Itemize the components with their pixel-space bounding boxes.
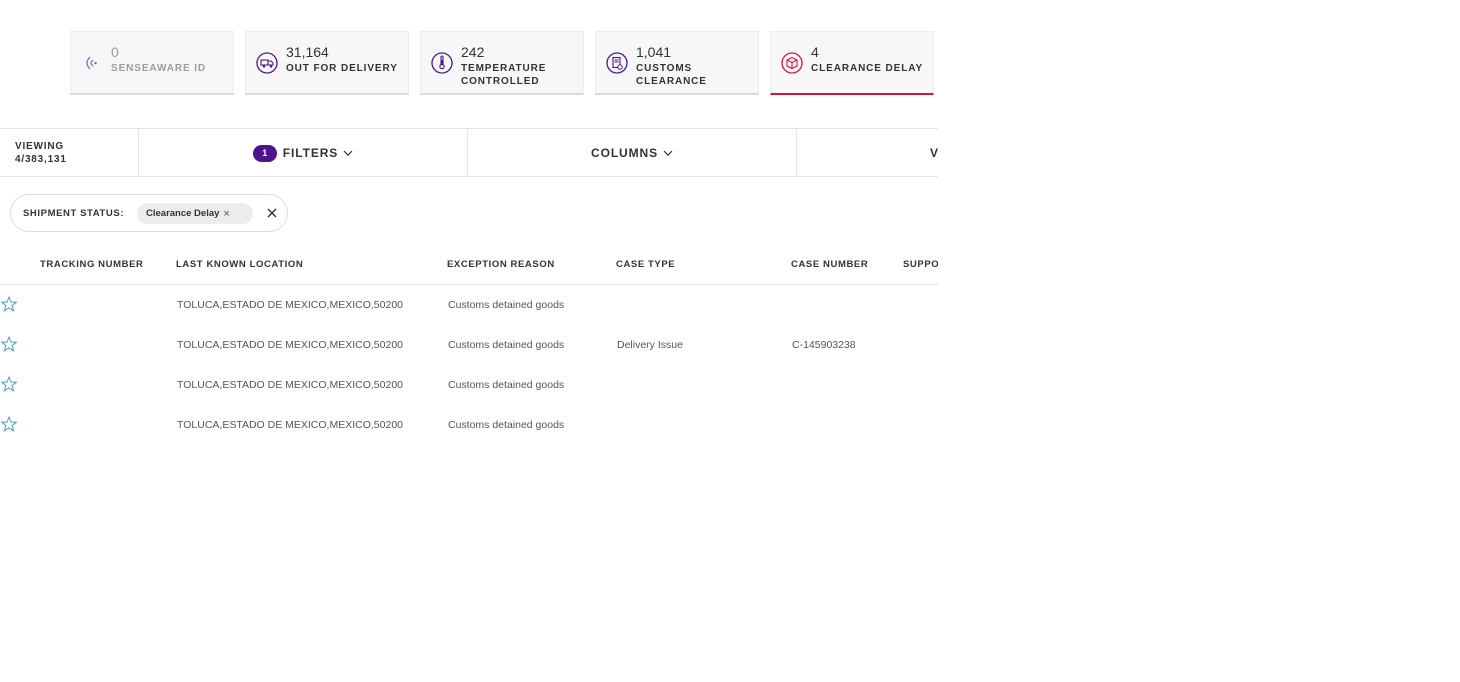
- star-icon[interactable]: [1, 376, 17, 392]
- chip-remove-icon[interactable]: ×: [223, 208, 229, 220]
- senseaware-signal-icon: [81, 52, 103, 74]
- column-header-exception-reason[interactable]: EXCEPTION REASON: [447, 259, 555, 270]
- view-button[interactable]: V: [930, 129, 938, 176]
- stat-label: TEMPERATURE CONTROLLED: [461, 63, 547, 87]
- table-row[interactable]: TOLUCA,ESTADO DE MEXICO,MEXICO,50200 Cus…: [0, 366, 938, 406]
- stat-card-clearance-delay[interactable]: 4 CLEARANCE DELAY: [770, 31, 934, 95]
- star-icon[interactable]: [1, 416, 17, 432]
- chevron-down-icon: [663, 150, 673, 156]
- stat-value: 242: [461, 44, 485, 60]
- results-toolbar: VIEWING 4/383,131 1 FILTERS COLUMNS V: [0, 128, 938, 177]
- stat-card-out-for-delivery[interactable]: 31,164 OUT FOR DELIVERY: [245, 31, 409, 95]
- filter-count-badge: 1: [252, 144, 277, 162]
- stat-value: 0: [111, 44, 119, 60]
- stat-label: SENSEAWARE ID: [111, 63, 207, 74]
- header-divider: [0, 284, 938, 285]
- filters-button[interactable]: 1 FILTERS: [139, 129, 467, 176]
- toolbar-divider: [796, 129, 797, 176]
- filters-label: FILTERS: [282, 146, 339, 160]
- viewing-count: VIEWING 4/383,131: [15, 141, 67, 165]
- column-header-case-number[interactable]: CASE NUMBER: [791, 259, 868, 270]
- chevron-down-icon: [343, 150, 353, 156]
- active-filters-bar: SHIPMENT STATUS: Clearance Delay ×: [10, 194, 288, 232]
- delivery-truck-icon: [256, 52, 278, 74]
- columns-label: COLUMNS: [591, 146, 658, 160]
- column-header-last-known-location[interactable]: LAST KNOWN LOCATION: [176, 259, 303, 270]
- stat-card-customs-clearance[interactable]: 1,041 CUSTOMS CLEARANCE: [595, 31, 759, 95]
- exception-reason-cell: Customs detained goods: [448, 419, 565, 431]
- stat-label: CUSTOMS CLEARANCE: [636, 63, 707, 87]
- customs-document-icon: [606, 52, 628, 74]
- case-type-cell: Delivery Issue: [617, 339, 683, 351]
- case-number-cell[interactable]: C-145903238: [792, 339, 856, 351]
- exception-reason-cell: Customs detained goods: [448, 379, 565, 391]
- stat-card-temperature-controlled[interactable]: 242 TEMPERATURE CONTROLLED: [420, 31, 584, 95]
- chip-label: Clearance Delay: [146, 208, 220, 219]
- view-label: V: [930, 146, 938, 160]
- star-icon[interactable]: [1, 296, 17, 312]
- columns-button[interactable]: COLUMNS: [468, 129, 796, 176]
- column-header-tracking-number[interactable]: TRACKING NUMBER: [40, 259, 143, 270]
- clear-filters-icon[interactable]: [265, 206, 279, 220]
- filter-chip-clearance-delay[interactable]: Clearance Delay ×: [137, 203, 253, 224]
- shipments-table: TRACKING NUMBER LAST KNOWN LOCATION EXCE…: [0, 248, 938, 448]
- location-cell: TOLUCA,ESTADO DE MEXICO,MEXICO,50200: [177, 339, 404, 351]
- stat-label: CLEARANCE DELAY: [811, 63, 924, 74]
- exception-reason-cell: Customs detained goods: [448, 339, 565, 351]
- stat-card-senseaware[interactable]: 0 SENSEAWARE ID: [70, 31, 234, 95]
- column-header-case-type[interactable]: CASE TYPE: [616, 259, 675, 270]
- table-row[interactable]: TOLUCA,ESTADO DE MEXICO,MEXICO,50200 Cus…: [0, 406, 938, 446]
- location-cell: TOLUCA,ESTADO DE MEXICO,MEXICO,50200: [177, 299, 404, 311]
- table-row[interactable]: TOLUCA,ESTADO DE MEXICO,MEXICO,50200 Cus…: [0, 326, 938, 366]
- table-row[interactable]: TOLUCA,ESTADO DE MEXICO,MEXICO,50200 Cus…: [0, 286, 938, 326]
- column-header-support[interactable]: SUPPO: [903, 259, 938, 270]
- exception-reason-cell: Customs detained goods: [448, 299, 565, 311]
- stat-label: OUT FOR DELIVERY: [286, 63, 398, 74]
- location-cell: TOLUCA,ESTADO DE MEXICO,MEXICO,50200: [177, 419, 404, 431]
- package-alert-icon: [781, 52, 803, 74]
- filter-label: SHIPMENT STATUS:: [23, 208, 125, 219]
- stat-value: 31,164: [286, 44, 329, 60]
- star-icon[interactable]: [1, 336, 17, 352]
- location-cell: TOLUCA,ESTADO DE MEXICO,MEXICO,50200: [177, 379, 404, 391]
- stat-value: 4: [811, 44, 819, 60]
- stat-value: 1,041: [636, 44, 672, 60]
- thermometer-icon: [431, 52, 453, 74]
